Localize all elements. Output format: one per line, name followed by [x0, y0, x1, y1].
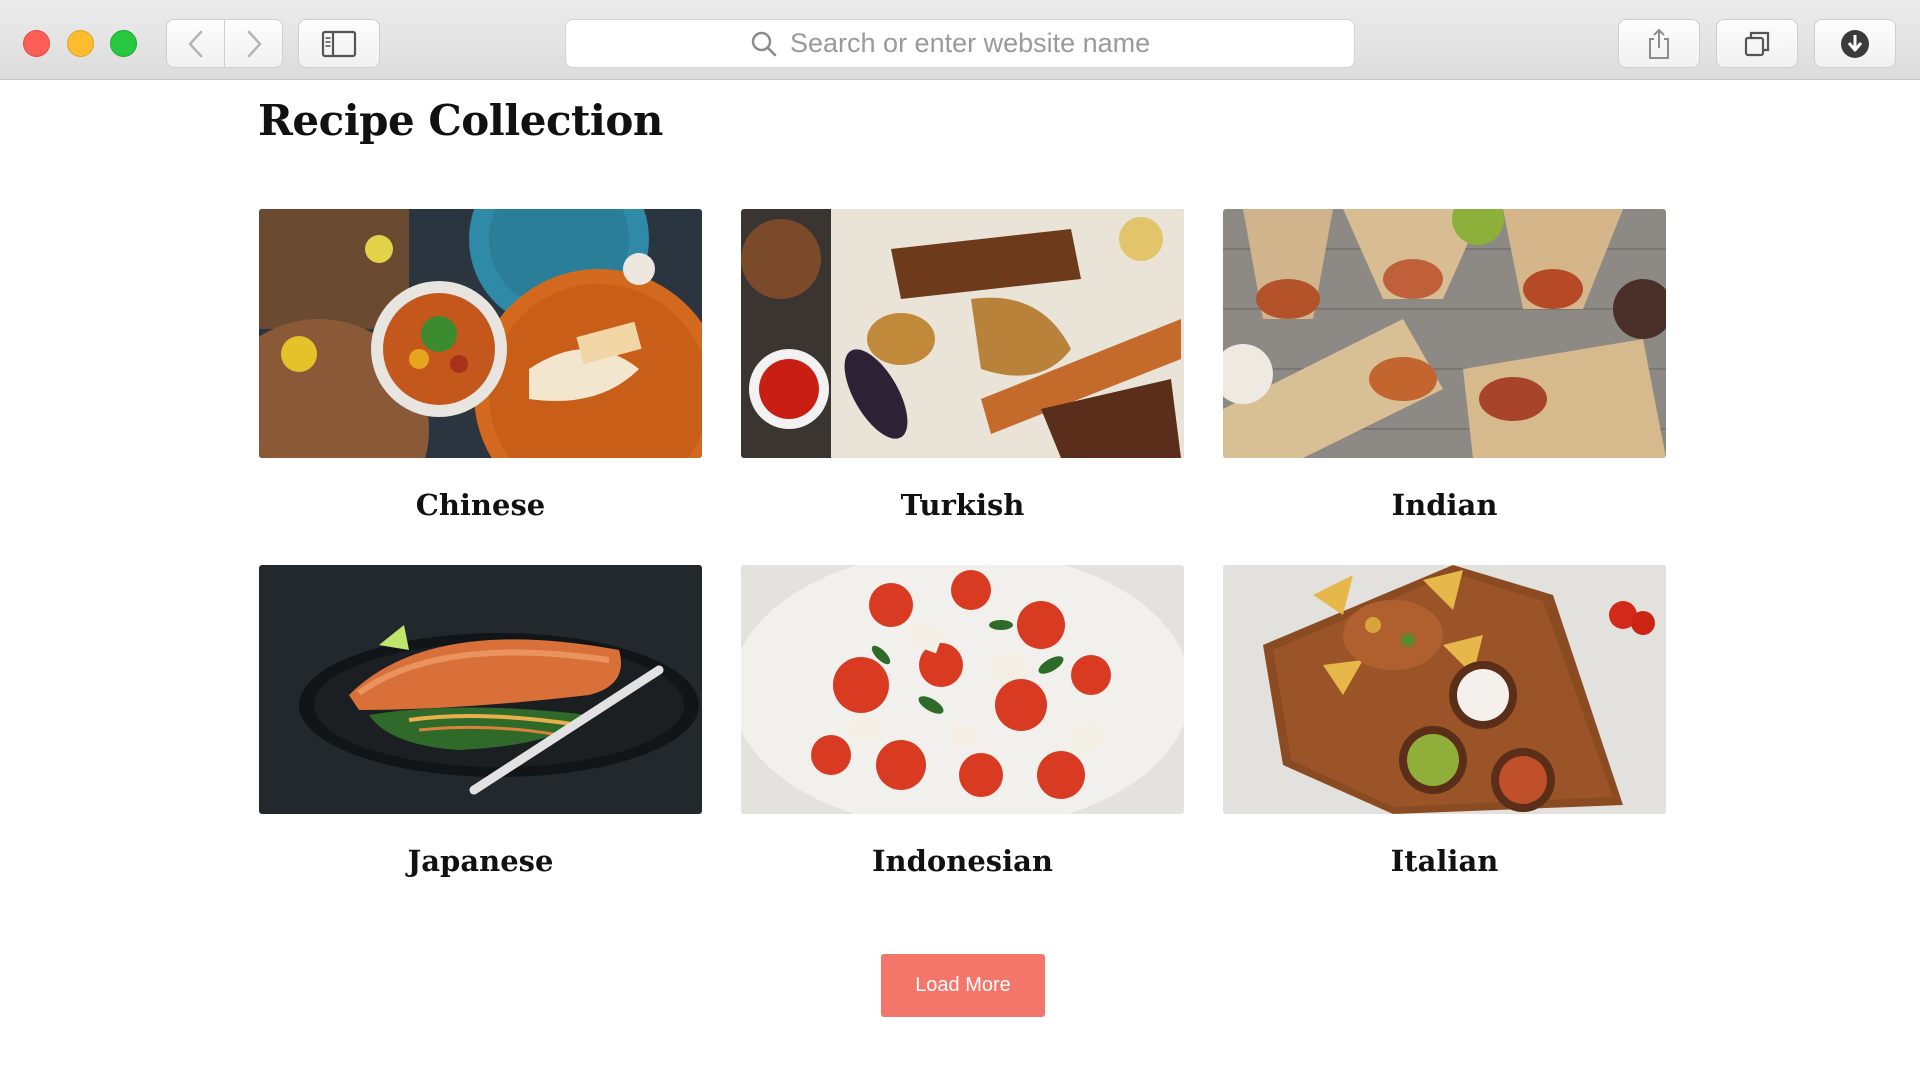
close-window-button[interactable] — [23, 30, 50, 57]
chinese-food-photo[interactable] — [259, 209, 702, 458]
turkish-kebab-photo[interactable] — [741, 209, 1184, 458]
recipe-card-indian[interactable]: Indian — [1223, 209, 1666, 522]
recipe-card-chinese[interactable]: Chinese — [259, 209, 702, 522]
recipe-card-label: Indonesian — [871, 844, 1054, 878]
chevron-right-icon — [247, 30, 261, 57]
recipe-card-label: Turkish — [900, 488, 1025, 522]
sidebar-toggle-button[interactable] — [298, 19, 380, 68]
recipe-card-label: Indian — [1391, 488, 1498, 522]
tabs-overview-button[interactable] — [1716, 19, 1798, 68]
salmon-plate-photo[interactable] — [259, 565, 702, 814]
download-icon — [1841, 29, 1869, 58]
minimize-window-button[interactable] — [67, 30, 94, 57]
page-title: Recipe Collection — [258, 96, 663, 145]
chevron-left-icon — [188, 30, 202, 57]
share-button[interactable] — [1618, 19, 1700, 68]
recipe-card-turkish[interactable]: Turkish — [741, 209, 1184, 522]
recipe-card-label: Italian — [1390, 844, 1499, 878]
downloads-button[interactable] — [1814, 19, 1896, 68]
address-input[interactable] — [790, 28, 1170, 59]
recipe-card-label: Japanese — [407, 844, 554, 878]
recipe-card-indonesian[interactable]: Indonesian — [741, 565, 1184, 878]
maximize-window-button[interactable] — [110, 30, 137, 57]
indian-wraps-photo[interactable] — [1223, 209, 1666, 458]
tomato-salad-photo[interactable] — [741, 565, 1184, 814]
browser-toolbar — [0, 0, 1920, 80]
recipe-card-label: Chinese — [415, 488, 546, 522]
recipe-card-japanese[interactable]: Japanese — [259, 565, 702, 878]
recipe-card-italian[interactable]: Italian — [1223, 565, 1666, 878]
address-bar[interactable] — [565, 19, 1355, 68]
forward-button[interactable] — [225, 19, 283, 68]
tabs-icon — [1744, 31, 1770, 56]
nachos-board-photo[interactable] — [1223, 565, 1666, 814]
share-icon — [1649, 28, 1669, 59]
search-icon — [751, 31, 777, 56]
back-button[interactable] — [166, 19, 225, 68]
load-more-button[interactable]: Load More — [881, 954, 1045, 1017]
sidebar-icon — [321, 30, 357, 57]
